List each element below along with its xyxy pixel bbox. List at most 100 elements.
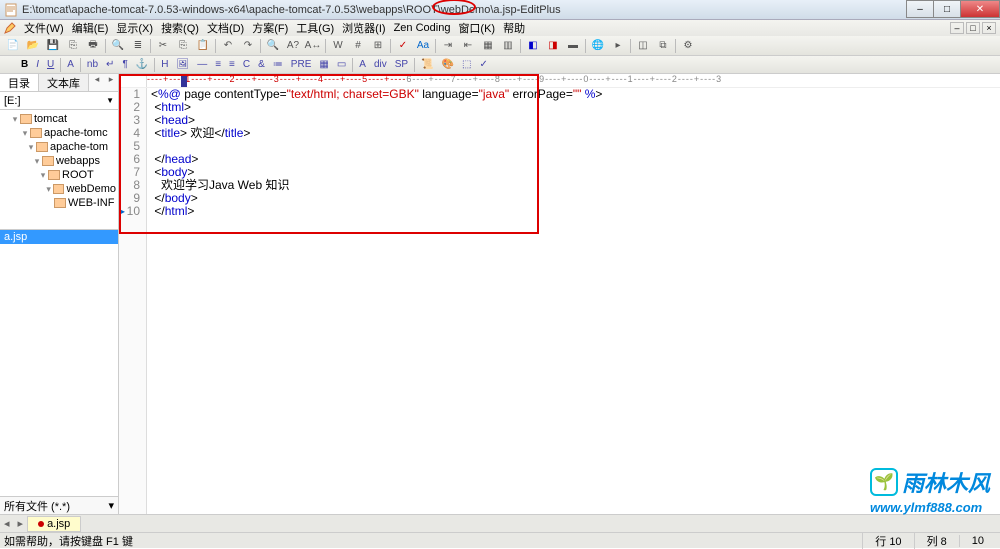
drive-selector[interactable]: [E:] ▼ — [0, 92, 118, 110]
maximize-button[interactable]: □ — [933, 0, 961, 18]
document-tab[interactable]: a.jsp — [27, 516, 81, 532]
globe-icon[interactable]: 🌐 — [589, 38, 607, 54]
tree-item[interactable]: WEB-INF — [0, 196, 118, 210]
tree-item[interactable]: ▾apache-tom — [0, 140, 118, 154]
anchor-button[interactable]: ⚓ — [133, 58, 151, 72]
outdent-icon[interactable]: ⇤ — [459, 38, 477, 54]
saveall-icon[interactable]: ⎘ — [64, 38, 82, 54]
menu-help[interactable]: 帮助 — [499, 20, 529, 36]
underline-button[interactable]: U — [44, 58, 57, 72]
menu-document[interactable]: 文档(D) — [203, 20, 248, 36]
close-button[interactable]: ✕ — [960, 0, 1000, 18]
file-filter[interactable]: 所有文件 (*.*) ▾ — [0, 496, 118, 514]
nextbm-icon[interactable]: ◨ — [544, 38, 562, 54]
menu-edit[interactable]: 编辑(E) — [68, 20, 113, 36]
settings-icon[interactable]: ⚙ — [679, 38, 697, 54]
doc-icon[interactable]: ≣ — [129, 38, 147, 54]
check-button[interactable]: ✓ — [476, 58, 490, 72]
sidebar: 目录 文本库 ◂ ▸ [E:] ▼ ▾tomcat▾apache-tomc▾ap… — [0, 74, 119, 514]
separator — [260, 39, 261, 53]
tree-item[interactable]: ▾ROOT — [0, 168, 118, 182]
list-item[interactable]: a.jsp — [0, 230, 118, 244]
panel-icon[interactable]: ▬ — [564, 38, 582, 54]
find-icon[interactable]: 🔍 — [264, 38, 282, 54]
cascade-icon[interactable]: ⧉ — [654, 38, 672, 54]
sidebar-next-icon[interactable]: ▸ — [104, 74, 118, 91]
redo-icon[interactable]: ↷ — [239, 38, 257, 54]
sidebar-prev-icon[interactable]: ◂ — [90, 74, 104, 91]
ruler-icon[interactable]: ⊞ — [369, 38, 387, 54]
comment-button[interactable]: C — [240, 58, 253, 72]
print-icon[interactable]: 🖶 — [84, 38, 102, 54]
center-button[interactable]: ≡ — [226, 58, 238, 72]
object-button[interactable]: ⬚ — [459, 58, 474, 72]
style-button[interactable]: 🎨 — [439, 58, 457, 72]
block-icon[interactable]: ▦ — [479, 38, 497, 54]
tree-item[interactable]: ▾webapps — [0, 154, 118, 168]
menu-view[interactable]: 显示(X) — [112, 20, 157, 36]
break-button[interactable]: ↵ — [103, 58, 117, 72]
bookmark-icon[interactable]: ◧ — [524, 38, 542, 54]
minimize-button[interactable]: – — [906, 0, 934, 18]
list-button[interactable]: ≔ — [270, 58, 286, 72]
pencil-icon — [4, 22, 16, 34]
doc-minimize-button[interactable]: – — [950, 22, 964, 34]
paste-icon[interactable]: 📋 — [194, 38, 212, 54]
pre-button[interactable]: PRE — [288, 58, 315, 72]
arrow-icon[interactable]: ▸ — [609, 38, 627, 54]
tile-icon[interactable]: ◫ — [634, 38, 652, 54]
image-button[interactable]: 🖼 — [174, 58, 193, 72]
nbsp-button[interactable]: nb — [84, 58, 101, 72]
table-button[interactable]: ▦ — [316, 58, 331, 72]
font-button[interactable]: A — [64, 58, 77, 72]
code-editor[interactable]: 12345678910 <%@ page contentType="text/h… — [119, 88, 1000, 514]
code-content[interactable]: <%@ page contentType="text/html; charset… — [147, 88, 1000, 514]
status-line: 行 10 — [862, 533, 913, 549]
menu-window[interactable]: 窗口(K) — [454, 20, 499, 36]
open-icon[interactable]: 📂 — [24, 38, 42, 54]
div-button[interactable]: div — [371, 58, 390, 72]
menu-tools[interactable]: 工具(G) — [292, 20, 338, 36]
highlight-icon[interactable]: Aa — [414, 38, 432, 54]
watermark-icon: 🌱 — [870, 468, 898, 496]
undo-icon[interactable]: ↶ — [219, 38, 237, 54]
left-button[interactable]: ≡ — [212, 58, 224, 72]
tree-item[interactable]: ▾webDemo — [0, 182, 118, 196]
new-icon[interactable]: 📄 — [4, 38, 22, 54]
spell-icon[interactable]: ✓ — [394, 38, 412, 54]
menu-file[interactable]: 文件(W) — [20, 20, 68, 36]
italic-button[interactable]: I — [33, 58, 42, 72]
char-button[interactable]: & — [255, 58, 268, 72]
save-icon[interactable]: 💾 — [44, 38, 62, 54]
wordwrap-icon[interactable]: W — [329, 38, 347, 54]
menu-browser[interactable]: 浏览器(I) — [338, 20, 389, 36]
tab-directory[interactable]: 目录 — [0, 74, 39, 91]
doc-restore-button[interactable]: □ — [966, 22, 980, 34]
span-button[interactable]: SP — [392, 58, 411, 72]
tree-item[interactable]: ▾apache-tomc — [0, 126, 118, 140]
tab-next-icon[interactable]: ▸ — [14, 517, 28, 530]
bold-button[interactable]: B — [18, 58, 31, 72]
copy-icon[interactable]: ⎘ — [174, 38, 192, 54]
tab-cliptext[interactable]: 文本库 — [39, 74, 89, 91]
tab-prev-icon[interactable]: ◂ — [0, 517, 14, 530]
findnext-icon[interactable]: A? — [284, 38, 302, 54]
column-icon[interactable]: ▥ — [499, 38, 517, 54]
text-button[interactable]: A — [356, 58, 369, 72]
menu-project[interactable]: 方案(F) — [248, 20, 292, 36]
heading-button[interactable]: H — [158, 58, 171, 72]
para-button[interactable]: ¶ — [119, 58, 130, 72]
ruler: ----+----1----+----2----+----3----+----4… — [119, 74, 1000, 88]
script-button[interactable]: 📜 — [418, 58, 436, 72]
form-button[interactable]: ▭ — [334, 58, 349, 72]
replace-icon[interactable]: A↔ — [304, 38, 322, 54]
linenumber-icon[interactable]: # — [349, 38, 367, 54]
tree-item[interactable]: ▾tomcat — [0, 112, 118, 126]
menu-search[interactable]: 搜索(Q) — [157, 20, 203, 36]
indent-icon[interactable]: ⇥ — [439, 38, 457, 54]
doc-close-button[interactable]: × — [982, 22, 996, 34]
cut-icon[interactable]: ✂ — [154, 38, 172, 54]
menu-zen[interactable]: Zen Coding — [390, 22, 455, 34]
preview-icon[interactable]: 🔍 — [109, 38, 127, 54]
hr-button[interactable]: — — [194, 58, 210, 72]
